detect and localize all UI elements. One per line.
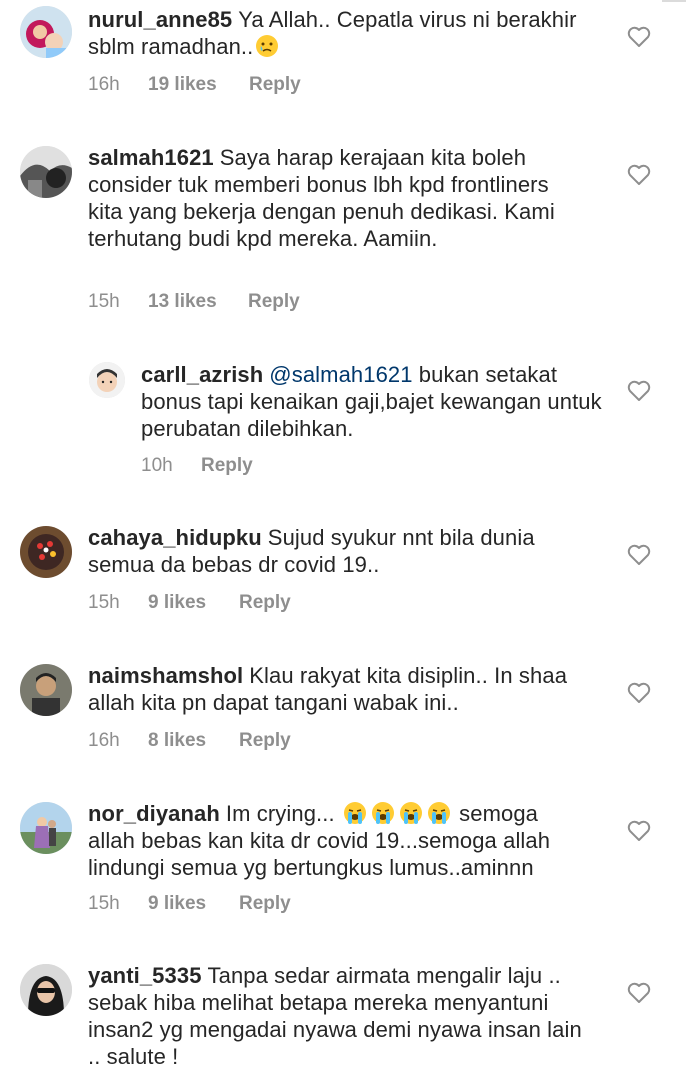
- avatar[interactable]: [20, 6, 72, 58]
- comment-naimshamshol: naimshamshol Klau rakyat kita disiplin.. …: [0, 658, 686, 768]
- likes-count[interactable]: 9 likes: [148, 892, 206, 916]
- username[interactable]: carll_azrish: [141, 362, 263, 387]
- avatar[interactable]: [20, 802, 72, 854]
- loudly-crying-face-icon: [371, 801, 395, 825]
- timestamp: 16h: [88, 74, 120, 95]
- heart-outline-icon[interactable]: [627, 682, 651, 704]
- loudly-crying-face-icon: [427, 801, 451, 825]
- likes-count[interactable]: 13 likes: [148, 290, 217, 314]
- timestamp: 10h: [141, 455, 173, 476]
- username[interactable]: cahaya_hidupku: [88, 525, 262, 550]
- comment-meta: 16h 19 likes Reply: [88, 73, 388, 97]
- avatar[interactable]: [20, 964, 72, 1016]
- likes-count[interactable]: 8 likes: [148, 729, 206, 753]
- avatar[interactable]: [20, 664, 72, 716]
- reply-button[interactable]: Reply: [248, 290, 300, 314]
- heart-outline-icon[interactable]: [627, 544, 651, 566]
- heart-outline-icon[interactable]: [627, 26, 651, 48]
- comment-nurul-anne85: nurul_anne85 Ya Allah.. Cepatla virus ni …: [0, 0, 686, 110]
- likes-count[interactable]: 19 likes: [148, 73, 217, 97]
- reply-carll-azrish: carll_azrish @salmah1621 bukan setakat bo…: [0, 358, 686, 488]
- reply-button[interactable]: Reply: [201, 454, 253, 478]
- comment-salmah1621: salmah1621 Saya harap kerajaan kita boleh…: [0, 140, 686, 330]
- heart-outline-icon[interactable]: [627, 380, 651, 402]
- reply-button[interactable]: Reply: [239, 591, 291, 615]
- mention-link[interactable]: @salmah1621: [269, 362, 412, 387]
- reply-button[interactable]: Reply: [239, 892, 291, 916]
- comment-text: naimshamshol Klau rakyat kita disiplin.. …: [88, 663, 568, 715]
- avatar[interactable]: [89, 362, 125, 398]
- username[interactable]: salmah1621: [88, 145, 214, 170]
- heart-outline-icon[interactable]: [627, 820, 651, 842]
- loudly-crying-face-icon: [343, 801, 367, 825]
- comment-meta: 16h 8 likes Reply: [88, 729, 388, 753]
- comment-cahaya-hidupku: cahaya_hidupku Sujud syukur nnt bila duni…: [0, 520, 686, 630]
- comment-text: nurul_anne85 Ya Allah.. Cepatla virus ni …: [88, 7, 577, 59]
- comment-text: salmah1621 Saya harap kerajaan kita boleh…: [88, 145, 555, 251]
- timestamp: 15h: [88, 291, 120, 312]
- username[interactable]: nurul_anne85: [88, 7, 232, 32]
- comment-text: cahaya_hidupku Sujud syukur nnt bila duni…: [88, 525, 535, 577]
- avatar[interactable]: [20, 526, 72, 578]
- comment-yanti-5335: yanti_5335 Tanpa sedar airmata mengalir l…: [0, 960, 686, 1080]
- username[interactable]: yanti_5335: [88, 963, 202, 988]
- username[interactable]: nor_diyanah: [88, 801, 220, 826]
- avatar[interactable]: [20, 146, 72, 198]
- comment-meta: 10h Reply: [141, 454, 341, 478]
- comment-meta: 15h 9 likes Reply: [88, 591, 388, 615]
- timestamp: 16h: [88, 730, 120, 751]
- heart-outline-icon[interactable]: [627, 982, 651, 1004]
- comment-text: nor_diyanah Im crying... semoga allah beb…: [88, 801, 551, 880]
- loudly-crying-face-icon: [399, 801, 423, 825]
- comment-nor-diyanah: nor_diyanah Im crying... semoga allah beb…: [0, 796, 686, 926]
- comment-meta: 15h 13 likes Reply: [88, 290, 388, 314]
- username[interactable]: naimshamshol: [88, 663, 243, 688]
- crying-face-icon: [255, 34, 279, 58]
- timestamp: 15h: [88, 893, 120, 914]
- comment-text: yanti_5335 Tanpa sedar airmata mengalir l…: [88, 963, 582, 1069]
- timestamp: 15h: [88, 592, 120, 613]
- likes-count[interactable]: 9 likes: [148, 591, 206, 615]
- comment-text: carll_azrish @salmah1621 bukan setakat bo…: [141, 362, 602, 441]
- reply-button[interactable]: Reply: [249, 73, 301, 97]
- heart-outline-icon[interactable]: [627, 164, 651, 186]
- comment-meta: 15h 9 likes Reply: [88, 892, 388, 916]
- divider: [662, 0, 686, 2]
- reply-button[interactable]: Reply: [239, 729, 291, 753]
